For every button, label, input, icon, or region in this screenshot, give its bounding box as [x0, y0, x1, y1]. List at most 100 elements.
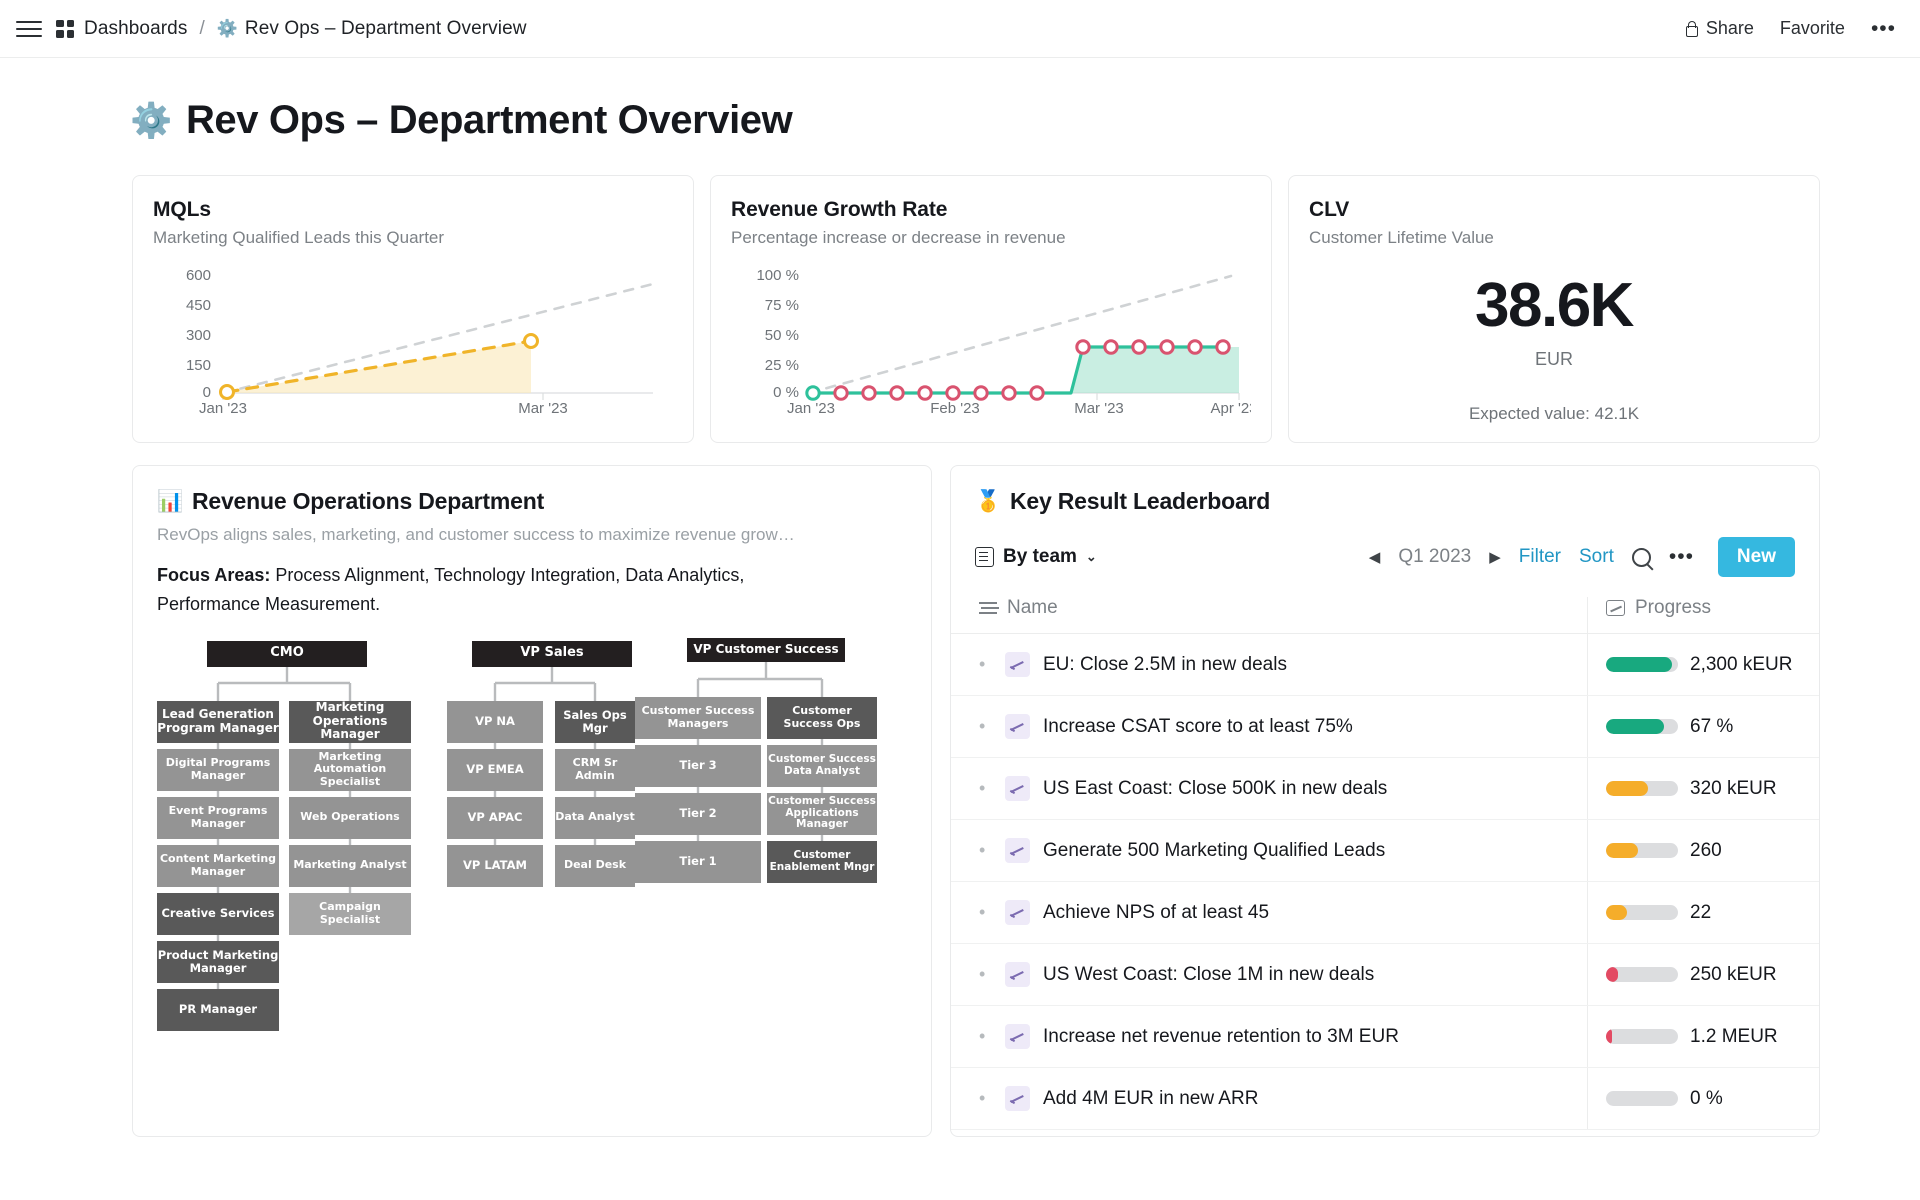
- row-progress-value: 1.2 MEUR: [1690, 1025, 1778, 1047]
- bullet-icon: •: [979, 840, 986, 860]
- org-node: Customer Success Ops: [767, 696, 877, 739]
- row-name-text: Increase net revenue retention to 3M EUR: [1043, 1025, 1399, 1047]
- org-node: Web Operations: [289, 796, 411, 839]
- org-node: Customer Enablement Mngr: [767, 840, 877, 883]
- row-name-text: US East Coast: Close 500K in new deals: [1043, 777, 1388, 799]
- leaderboard-table-header: Name Progress: [951, 597, 1819, 634]
- row-progress-cell[interactable]: 0 %: [1587, 1068, 1819, 1129]
- row-progress-cell[interactable]: 67 %: [1587, 696, 1819, 757]
- table-row[interactable]: • US West Coast: Close 1M in new deals 250…: [951, 944, 1819, 1006]
- kpi-card-clv[interactable]: CLV Customer Lifetime Value 38.6K EUR Ex…: [1288, 175, 1820, 443]
- svg-text:600: 600: [186, 267, 211, 284]
- org-node: Marketing Operations Manager: [289, 700, 411, 743]
- table-row[interactable]: • Add 4M EUR in new ARR 0 %: [951, 1068, 1819, 1130]
- kpi-card-revenue-growth[interactable]: Revenue Growth Rate Percentage increase …: [710, 175, 1272, 443]
- revops-panel-description: RevOps aligns sales, marketing, and cust…: [157, 525, 795, 544]
- org-node: Deal Desk: [555, 844, 635, 887]
- view-label: By team: [1003, 546, 1077, 567]
- org-node: VP APAC: [447, 796, 543, 839]
- hamburger-icon[interactable]: [16, 16, 42, 42]
- share-button[interactable]: Share: [1684, 18, 1754, 39]
- row-name-text: Generate 500 Marketing Qualified Leads: [1043, 839, 1386, 861]
- svg-text:150: 150: [186, 357, 211, 374]
- row-progress-cell[interactable]: 1.2 MEUR: [1587, 1006, 1819, 1067]
- new-button[interactable]: New: [1717, 537, 1795, 577]
- column-header-name[interactable]: Name: [951, 597, 1587, 633]
- row-progress-cell[interactable]: 2,300 kEUR: [1587, 634, 1819, 695]
- favorite-button[interactable]: Favorite: [1780, 18, 1845, 39]
- progress-bar: [1606, 905, 1678, 920]
- leaderboard-rows: • EU: Close 2.5M in new deals 2,300 kEUR • I…: [951, 634, 1819, 1130]
- org-node: CRM Sr Admin: [555, 748, 635, 791]
- kpi-title-mqls: MQLs: [153, 198, 211, 221]
- org-node: Campaign Specialist: [289, 892, 411, 935]
- table-row[interactable]: • US East Coast: Close 500K in new deals 3…: [951, 758, 1819, 820]
- leaderboard-more-button[interactable]: •••: [1669, 546, 1694, 567]
- row-name-cell[interactable]: • Achieve NPS of at least 45: [951, 882, 1587, 943]
- table-row[interactable]: • Increase CSAT score to at least 75% 67 %: [951, 696, 1819, 758]
- row-progress-cell[interactable]: 22: [1587, 882, 1819, 943]
- bullet-icon: •: [979, 778, 986, 798]
- column-header-progress[interactable]: Progress: [1587, 597, 1819, 633]
- row-progress-cell[interactable]: 320 kEUR: [1587, 758, 1819, 819]
- row-name-cell[interactable]: • EU: Close 2.5M in new deals: [951, 634, 1587, 695]
- page-title-text: Rev Ops – Department Overview: [185, 98, 793, 142]
- bullet-icon: •: [979, 1026, 986, 1046]
- table-row[interactable]: • EU: Close 2.5M in new deals 2,300 kEUR: [951, 634, 1819, 696]
- medal-icon: 🥇: [975, 489, 1001, 513]
- progress-bar: [1606, 967, 1678, 982]
- row-name-cell[interactable]: • US West Coast: Close 1M in new deals: [951, 944, 1587, 1005]
- more-options-button[interactable]: •••: [1871, 18, 1896, 39]
- leaderboard-toolbar: By team ⌄ ◀ Q1 2023 ▶ Filter Sort ••• Ne…: [951, 515, 1819, 577]
- revenue-growth-chart-svg: 100 % 75 % 50 % 25 % 0 %: [756, 267, 1240, 401]
- sparkline-icon: [1606, 600, 1625, 616]
- share-label: Share: [1705, 18, 1754, 38]
- filter-button[interactable]: Filter: [1519, 546, 1561, 568]
- next-period-button[interactable]: ▶: [1489, 548, 1501, 566]
- table-row[interactable]: • Increase net revenue retention to 3M EU…: [951, 1006, 1819, 1068]
- org-node: Product Marketing Manager: [157, 940, 279, 983]
- bullet-icon: •: [979, 654, 986, 674]
- row-progress-cell[interactable]: 260: [1587, 820, 1819, 881]
- org-node: Content Marketing Manager: [157, 844, 279, 887]
- row-name-text: EU: Close 2.5M in new deals: [1043, 653, 1287, 675]
- row-progress-cell[interactable]: 250 kEUR: [1587, 944, 1819, 1005]
- row-name-cell[interactable]: • US East Coast: Close 500K in new deals: [951, 758, 1587, 819]
- breadcrumb-current[interactable]: Rev Ops – Department Overview: [245, 18, 527, 40]
- focus-areas-label: Focus Areas:: [157, 565, 271, 585]
- row-name-cell[interactable]: • Increase CSAT score to at least 75%: [951, 696, 1587, 757]
- previous-period-button[interactable]: ◀: [1369, 548, 1381, 566]
- kpi-title-revenue-growth: Revenue Growth Rate: [731, 198, 948, 221]
- kpi-card-mqls[interactable]: MQLs Marketing Qualified Leads this Quar…: [132, 175, 694, 443]
- gear-icon: ⚙️: [216, 18, 238, 38]
- objective-icon: [1005, 962, 1030, 987]
- grid-icon[interactable]: [56, 19, 74, 38]
- kpi-title-clv: CLV: [1309, 198, 1350, 221]
- clv-value: 38.6K: [1475, 271, 1634, 340]
- sort-button[interactable]: Sort: [1579, 546, 1614, 568]
- row-name-cell[interactable]: • Generate 500 Marketing Qualified Leads: [951, 820, 1587, 881]
- row-progress-value: 250 kEUR: [1690, 963, 1777, 985]
- breadcrumb-dashboards[interactable]: Dashboards: [84, 18, 187, 40]
- revops-panel-title: Revenue Operations Department: [191, 488, 545, 514]
- row-name-cell[interactable]: • Increase net revenue retention to 3M EU…: [951, 1006, 1587, 1067]
- search-icon[interactable]: [1631, 547, 1651, 567]
- table-row[interactable]: • Generate 500 Marketing Qualified Leads 2…: [951, 820, 1819, 882]
- leaderboard-header: 🥇 Key Result Leaderboard: [951, 488, 1819, 515]
- revenue-growth-chart: 100 % 75 % 50 % 25 % 0 % Jan '23 Feb '23…: [731, 262, 1251, 417]
- svg-text:Mar '23: Mar '23: [518, 400, 568, 417]
- org-node: CMO: [207, 640, 367, 667]
- page-title: ⚙️ Rev Ops – Department Overview: [0, 98, 1920, 143]
- org-node: Marketing Automation Specialist: [289, 748, 411, 791]
- row-name-cell[interactable]: • Add 4M EUR in new ARR: [951, 1068, 1587, 1129]
- org-node: VP NA: [447, 700, 543, 743]
- svg-text:Jan '23: Jan '23: [199, 400, 247, 417]
- view-selector[interactable]: By team ⌄: [975, 546, 1097, 568]
- svg-text:75 %: 75 %: [765, 297, 799, 314]
- objective-icon: [1005, 1024, 1030, 1049]
- table-row[interactable]: • Achieve NPS of at least 45 22: [951, 882, 1819, 944]
- svg-text:0 %: 0 %: [773, 384, 799, 401]
- row-progress-value: 67 %: [1690, 715, 1734, 737]
- svg-text:450: 450: [186, 297, 211, 314]
- chevron-down-icon: ⌄: [1085, 549, 1097, 564]
